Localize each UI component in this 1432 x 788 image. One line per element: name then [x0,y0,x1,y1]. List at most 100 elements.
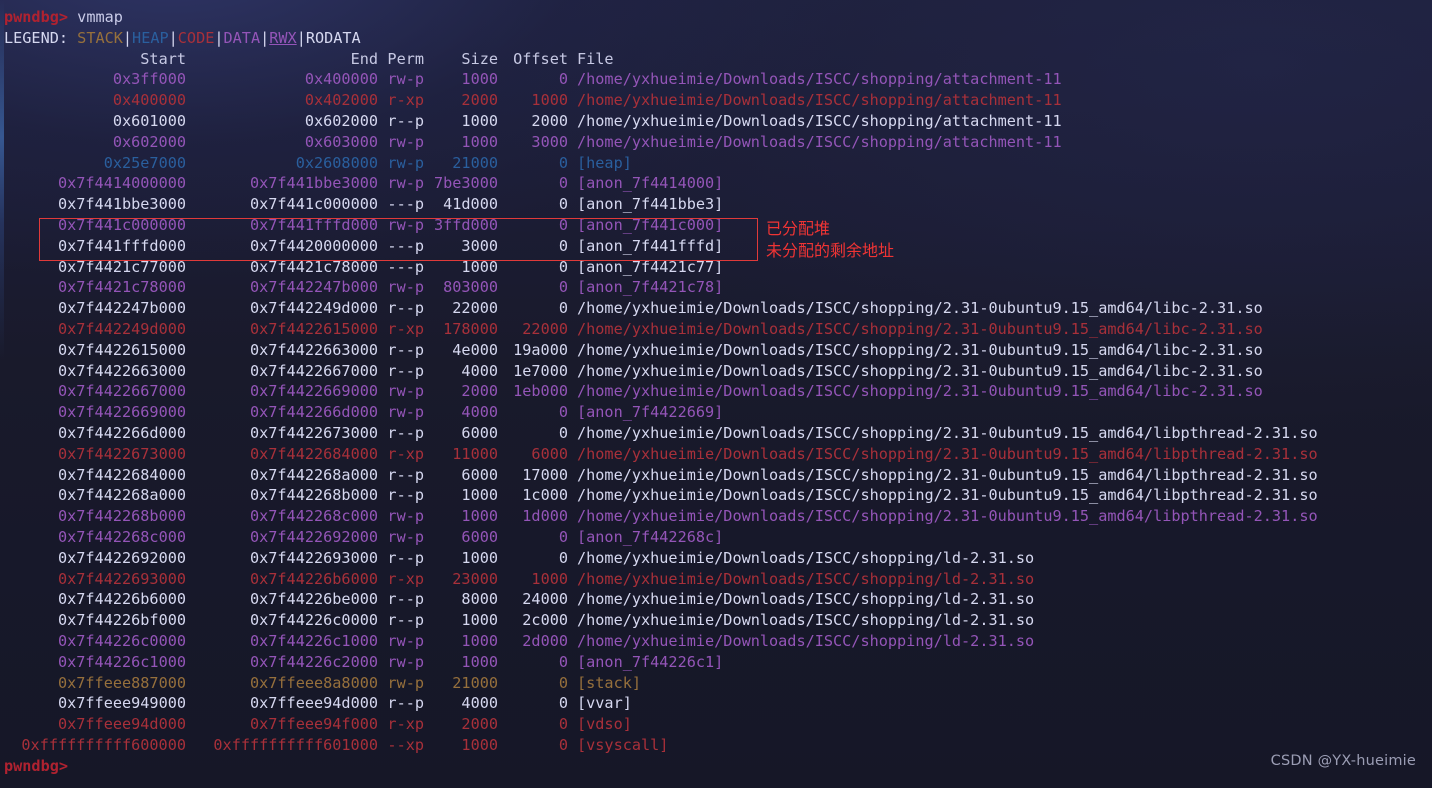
cell-file: /home/yxhueimie/Downloads/ISCC/shopping/… [577,548,1035,567]
cell-size: 803000 [443,278,498,297]
cell-perm: rw-p [387,673,424,692]
cell-perm: r--p [387,694,424,713]
cell-file: /home/yxhueimie/Downloads/ISCC/shopping/… [577,361,1263,380]
cell-offset: 0 [558,694,568,713]
cell-file: [vdso] [577,715,632,734]
cell-perm: r--p [387,299,424,318]
cell-start: 0x7ffeee94d000 [57,715,186,734]
cell-size: 1000 [461,548,498,567]
cell-size: 1000 [461,611,498,630]
cell-perm: r--p [387,590,424,609]
cell-size: 21000 [452,673,498,692]
cell-file: /home/yxhueimie/Downloads/ISCC/shopping/… [577,319,1263,338]
table-row: 0x7ffeee887000 0x7ffeee8a8000 rw-p 21000 0 [s… [0,673,1432,694]
table-row: 0x7f4422684000 0x7f442268a000 r--p 6000 1700… [0,465,1432,486]
header-end: End [350,49,378,68]
cell-perm: rw-p [387,153,424,172]
cell-size: 41d000 [443,195,498,214]
trailing-prompt-line: pwndbg> [0,756,1432,777]
terminal-window: pwndbg> vmmap LEGEND: STACK|HEAP|CODE|DA… [0,0,1432,788]
cell-size: 6000 [461,527,498,546]
cell-end: 0x7f4422673000 [249,423,378,442]
cell-file: /home/yxhueimie/Downloads/ISCC/shopping/… [577,70,1062,89]
cell-size: 1000 [461,507,498,526]
cell-start: 0x7f4422673000 [57,444,186,463]
cell-offset: 0 [558,423,568,442]
table-row: 0x7f4422667000 0x7f4422669000 rw-p 2000 1eb0… [0,381,1432,402]
cell-offset: 3000 [531,132,568,151]
header-offset: Offset [513,49,568,68]
table-header: Start End Perm Size Offset File [0,49,1432,70]
cell-offset: 2d000 [522,631,568,650]
table-row: 0x7f4422673000 0x7f4422684000 r-xp 11000 600… [0,444,1432,465]
table-row: 0x7f44226bf000 0x7f44226c0000 r--p 1000 2c00… [0,610,1432,631]
cell-offset: 0 [558,735,568,754]
cell-file: [anon_7f4414000] [577,174,724,193]
cell-start: 0x7f4421c77000 [57,257,186,276]
cell-size: 178000 [443,319,498,338]
cell-start: 0x7f44226bf000 [57,611,186,630]
cell-end: 0x7f44226c1000 [249,631,378,650]
cell-end: 0x400000 [304,70,378,89]
cell-end: 0x7f441fffd000 [249,215,378,234]
cell-start: 0x7f442268a000 [57,486,186,505]
cell-file: /home/yxhueimie/Downloads/ISCC/shopping/… [577,590,1035,609]
cell-offset: 0 [558,278,568,297]
cell-offset: 22000 [522,319,568,338]
table-row: 0x7f442268c000 0x7f4422692000 rw-p 6000 0 [an… [0,527,1432,548]
legend-item-data: DATA [223,28,261,47]
cell-start: 0x7f44226b6000 [57,590,186,609]
cell-size: 3000 [461,236,498,255]
cell-start: 0x7f441fffd000 [57,236,186,255]
cell-end: 0x7f44226be000 [249,590,378,609]
cell-size: 11000 [452,444,498,463]
cell-end: 0x7f441c000000 [249,195,378,214]
cell-end: 0x7f44226b6000 [249,569,378,588]
cell-size: 21000 [452,153,498,172]
table-row: 0x7ffeee94d000 0x7ffeee94f000 r-xp 2000 0 [vd… [0,714,1432,735]
legend-sep-4: | [260,28,270,47]
annotation-unallocated-addresses: 未分配的剩余地址 [766,241,895,260]
cell-offset: 1d000 [522,507,568,526]
cell-end: 0x7f4422663000 [249,340,378,359]
command-line: pwndbg> vmmap [0,7,1432,28]
cell-end: 0x7f441bbe3000 [249,174,378,193]
cell-end: 0x7f4422684000 [249,444,378,463]
cell-size: 22000 [452,299,498,318]
cell-size: 4e000 [452,340,498,359]
cell-end: 0x7f44226c2000 [249,652,378,671]
table-row: 0x7f4422669000 0x7f442266d000 rw-p 4000 0 [an… [0,402,1432,423]
table-row: 0x7f441c000000 0x7f441fffd000 rw-p 3ffd000 0… [0,215,1432,236]
cell-size: 7be3000 [433,174,498,193]
cell-offset: 0 [558,195,568,214]
cell-file: /home/yxhueimie/Downloads/ISCC/shopping/… [577,569,1035,588]
cell-perm: rw-p [387,215,424,234]
cell-offset: 0 [558,403,568,422]
cell-file: /home/yxhueimie/Downloads/ISCC/shopping/… [577,340,1263,359]
annotation-allocated-heap: 已分配堆 [766,219,831,238]
legend-item-rodata: RODATA [305,28,361,47]
cell-perm: r--p [387,548,424,567]
cell-start: 0x7f442249d000 [57,319,186,338]
cell-perm: --xp [387,735,424,754]
cell-end: 0x7ffeee94d000 [249,694,378,713]
cell-perm: ---p [387,257,424,276]
cell-size: 1000 [461,486,498,505]
cell-perm: r--p [387,423,424,442]
cell-file: /home/yxhueimie/Downloads/ISCC/shopping/… [577,111,1062,130]
cell-offset: 1e7000 [513,361,568,380]
cell-start: 0x7f442268b000 [57,507,186,526]
cell-file: /home/yxhueimie/Downloads/ISCC/shopping/… [577,423,1318,442]
cell-start: 0xffffffffff600000 [21,735,186,754]
table-row: 0x7f442268a000 0x7f442268b000 r--p 1000 1c00… [0,485,1432,506]
cell-start: 0x25e7000 [103,153,186,172]
cell-size: 4000 [461,403,498,422]
cell-offset: 2000 [531,111,568,130]
table-row: 0x7f4421c78000 0x7f442247b000 rw-p 803000 0 [… [0,277,1432,298]
cell-size: 1000 [461,735,498,754]
legend-line: LEGEND: STACK|HEAP|CODE|DATA|RWX|RODATA [0,28,1432,49]
cell-start: 0x7ffeee949000 [57,694,186,713]
header-perm: Perm [387,49,424,68]
cell-size: 1000 [461,132,498,151]
cell-size: 6000 [461,423,498,442]
